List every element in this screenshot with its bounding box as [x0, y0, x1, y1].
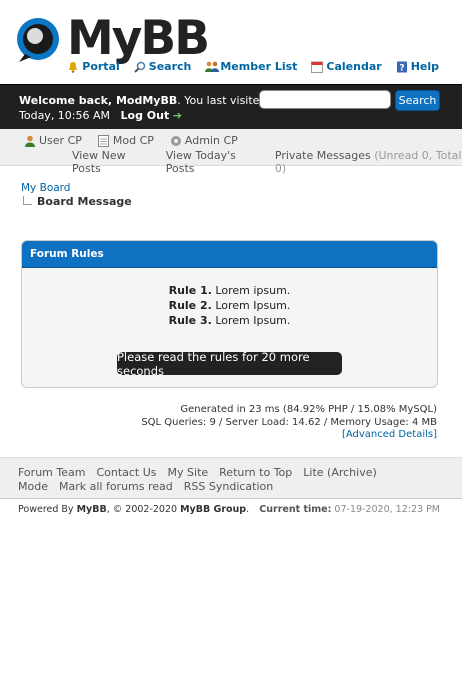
help-label: Help — [410, 60, 439, 73]
rule-label: Rule 1. — [168, 284, 212, 297]
forum-rules-box: Forum Rules Rule 1. Lorem ipsum. Rule 2.… — [21, 240, 438, 388]
search-button[interactable]: Search — [395, 90, 440, 111]
view-new-posts-link[interactable]: View New Posts — [72, 149, 152, 175]
gear-icon — [170, 135, 182, 147]
current-time-value: 07-19-2020, 12:23 PM — [334, 504, 440, 515]
user-panel: User CP Mod CP Admin CP View New Posts V… — [0, 129, 462, 175]
calendar-link[interactable]: Calendar — [311, 60, 382, 73]
private-messages-link[interactable]: Private Messages — [275, 149, 371, 162]
user-icon — [24, 135, 36, 147]
debug-stats: Generated in 23 ms (84.92% PHP / 15.08% … — [141, 404, 437, 442]
welcome-suffix: . You last visited: — [177, 94, 271, 107]
svg-text:?: ? — [399, 63, 404, 73]
breadcrumb: My Board Board Message — [21, 182, 132, 208]
breadcrumb-current: Board Message — [37, 195, 132, 208]
welcome-prefix: Welcome back, — [19, 94, 116, 107]
breadcrumb-home-link[interactable]: My Board — [21, 182, 70, 194]
logout-arrow-icon: ➔ — [172, 109, 182, 122]
rule-item: Rule 3. Lorem Ipsum. — [22, 313, 437, 328]
members-icon — [205, 61, 220, 73]
stats-generated: Generated in 23 ms (84.92% PHP / 15.08% … — [180, 404, 437, 415]
footer-forum-team-link[interactable]: Forum Team — [18, 466, 85, 479]
calendar-icon — [311, 61, 324, 73]
view-todays-posts-link[interactable]: View Today's Posts — [166, 149, 261, 175]
header: MyBB Portal Search Member List Calendar … — [0, 0, 462, 84]
rules-timer-button[interactable]: Please read the rules for 20 more second… — [117, 350, 342, 378]
notepad-icon — [97, 134, 110, 147]
top-links: Portal Search Member List Calendar ? Hel… — [67, 60, 439, 73]
speech-bubble-icon — [17, 18, 59, 62]
footer-return-top-link[interactable]: Return to Top — [219, 466, 292, 479]
powered-end: . — [246, 504, 250, 515]
rule-item: Rule 1. Lorem ipsum. — [22, 283, 437, 298]
search-input[interactable] — [259, 90, 391, 109]
powered-prefix: Powered By — [18, 504, 77, 515]
tree-connector — [23, 196, 32, 205]
mod-cp-label: Mod CP — [112, 134, 154, 147]
footer-links: Forum Team Contact Us My Site Return to Top… — [0, 457, 462, 499]
mybb-group-link[interactable]: MyBB Group — [180, 504, 246, 515]
search-label: Search — [148, 60, 192, 73]
footer-my-site-link[interactable]: My Site — [168, 466, 209, 479]
rule-item: Rule 2. Lorem Ipsum. — [22, 298, 437, 313]
current-time: Current time: 07-19-2020, 12:23 PM — [259, 504, 440, 515]
search-link[interactable]: Search — [134, 60, 192, 73]
admin-cp-link[interactable]: Admin CP — [170, 134, 238, 147]
logo-text: MyBB — [67, 11, 210, 66]
footer-contact-link[interactable]: Contact Us — [96, 466, 156, 479]
portal-link[interactable]: Portal — [67, 60, 120, 73]
panel-row-posts: View New Posts View Today's Posts Privat… — [72, 149, 462, 175]
rule-text: Lorem ipsum. — [215, 284, 291, 297]
mybb-credit-link[interactable]: MyBB — [77, 504, 107, 515]
panel-row-cp: User CP Mod CP Admin CP — [24, 134, 238, 147]
current-time-label: Current time: — [259, 504, 332, 515]
rule-text: Lorem Ipsum. — [215, 299, 291, 312]
copyright: Powered By MyBB, © 2002-2020 MyBB Group. — [18, 504, 249, 515]
rule-label: Rule 2. — [168, 299, 212, 312]
logout-link[interactable]: Log Out — [121, 109, 170, 122]
help-book-icon: ? — [396, 61, 408, 73]
stats-queries: SQL Queries: 9 / Server Load: 14.62 / Me… — [141, 416, 437, 428]
memberlist-label: Member List — [220, 60, 298, 73]
calendar-label: Calendar — [326, 60, 382, 73]
username-link[interactable]: ModMyBB — [116, 94, 177, 107]
admin-cp-label: Admin CP — [184, 134, 238, 147]
forum-rules-title: Forum Rules — [22, 241, 437, 268]
mod-cp-link[interactable]: Mod CP — [97, 134, 154, 147]
magnifier-icon — [134, 61, 146, 73]
user-cp-label: User CP — [39, 134, 82, 147]
rule-text: Lorem Ipsum. — [215, 314, 291, 327]
footer-mark-read-link[interactable]: Mark all forums read — [59, 480, 173, 493]
user-cp-link[interactable]: User CP — [24, 134, 82, 147]
welcome-bar: Welcome back, ModMyBB. You last visited:… — [0, 84, 462, 129]
footer-rss-link[interactable]: RSS Syndication — [184, 480, 273, 493]
welcome-text: Welcome back, ModMyBB. You last visited:… — [19, 93, 270, 123]
memberlist-link[interactable]: Member List — [205, 60, 297, 73]
advanced-details-link[interactable]: [Advanced Details] — [342, 429, 437, 440]
powered-mid: , © 2002-2020 — [106, 504, 181, 515]
rule-label: Rule 3. — [168, 314, 212, 327]
portal-label: Portal — [82, 60, 120, 73]
help-link[interactable]: ? Help — [396, 60, 439, 73]
rules-list: Rule 1. Lorem ipsum. Rule 2. Lorem Ipsum… — [22, 268, 437, 328]
last-visit-time: Today, 10:56 AM — [19, 109, 111, 122]
bell-icon — [67, 61, 79, 73]
